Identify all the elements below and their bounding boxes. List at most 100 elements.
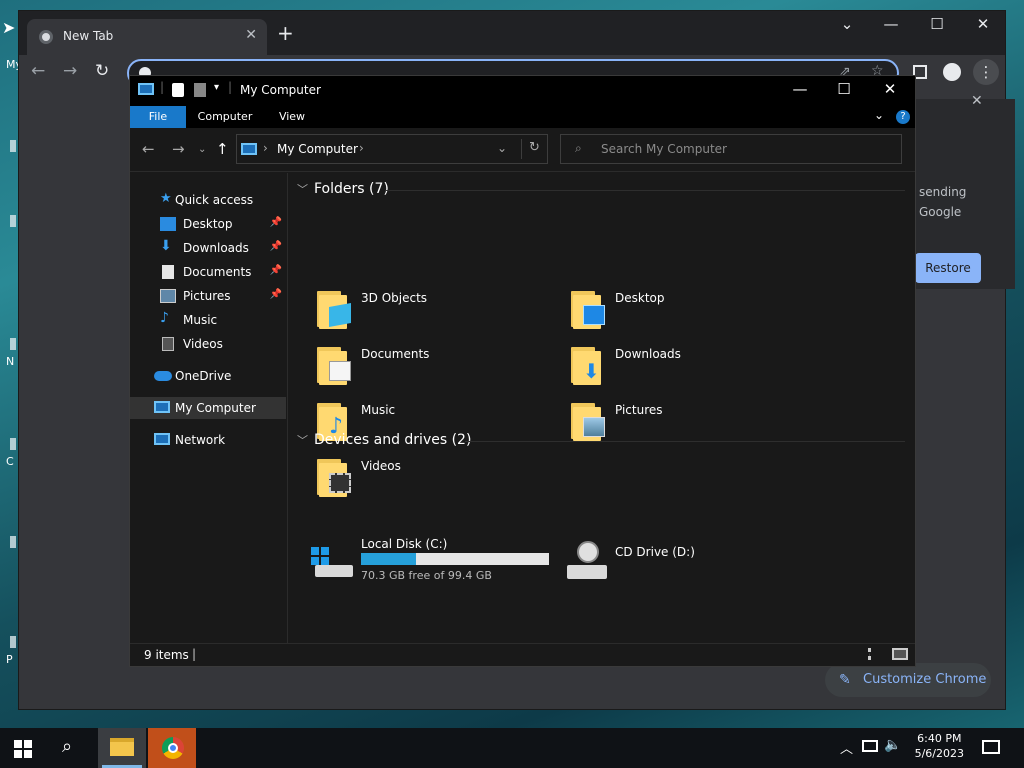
nav-label: My Computer: [175, 401, 256, 415]
explorer-title-bar[interactable]: | ▾ | My Computer — ☐ ✕: [130, 76, 915, 106]
network-tray-icon[interactable]: [862, 740, 878, 752]
back-icon[interactable]: ←: [142, 140, 155, 158]
nav-onedrive[interactable]: OneDrive: [130, 365, 286, 387]
folder-desktop[interactable]: Desktop: [569, 285, 819, 333]
nav-pictures[interactable]: Pictures 📌: [130, 285, 286, 307]
folder-documents[interactable]: Documents: [315, 341, 565, 389]
explorer-close-button[interactable]: ✕: [868, 80, 912, 98]
back-icon[interactable]: ←: [31, 61, 45, 81]
pin-icon: 📌: [269, 241, 282, 252]
close-button[interactable]: ✕: [963, 15, 1003, 33]
volume-icon[interactable]: 🔈: [884, 737, 901, 753]
folder-icon: [315, 457, 351, 497]
address-text: My Computer: [277, 142, 358, 156]
menu-kebab-icon[interactable]: ⋮: [973, 59, 999, 85]
folder-icon: [569, 401, 605, 441]
taskbar: ⌕ ︿ 🔈 6:40 PM 5/6/2023: [0, 728, 1024, 768]
nav-network[interactable]: Network: [130, 429, 286, 451]
chevron-right-icon[interactable]: ›: [359, 141, 364, 155]
group-divider: [465, 441, 905, 442]
download-arrow-icon: ⬇: [583, 359, 600, 383]
up-icon[interactable]: ↑: [216, 140, 229, 158]
desktop-icon[interactable]: [10, 636, 16, 648]
card-text: Google: [919, 205, 962, 219]
desktop-icon[interactable]: [10, 140, 16, 152]
folder-name: Desktop: [615, 291, 665, 305]
new-tab-button[interactable]: +: [277, 21, 294, 45]
restore-pages-card: ✕ sending Google Restore: [915, 93, 1015, 289]
chevron-up-icon[interactable]: ︿: [840, 738, 853, 757]
minimize-button[interactable]: —: [871, 15, 911, 33]
desktop-icon-label[interactable]: C: [6, 455, 14, 468]
desktop-icon[interactable]: [10, 536, 16, 548]
folders-group-header[interactable]: ﹀ Folders (7): [297, 181, 389, 197]
nav-my-computer[interactable]: My Computer: [130, 397, 286, 419]
forward-icon[interactable]: →: [172, 140, 185, 158]
drive-local-disk-c[interactable]: Local Disk (C:) 70.3 GB free of 99.4 GB: [311, 537, 555, 585]
chrome-icon-center: [168, 743, 178, 753]
properties-icon[interactable]: [172, 83, 184, 97]
help-icon[interactable]: ?: [896, 110, 910, 124]
taskbar-clock[interactable]: 6:40 PM 5/6/2023: [915, 732, 964, 760]
ribbon-expand-icon[interactable]: ⌄: [874, 108, 884, 122]
windows-start-icon[interactable]: [14, 740, 32, 758]
details-view-icon[interactable]: [868, 648, 884, 660]
tab-close-icon[interactable]: ✕: [245, 27, 257, 43]
search-icon[interactable]: ⌕: [62, 736, 72, 757]
desktop-icon[interactable]: [10, 338, 16, 350]
customize-chrome-button[interactable]: ✎ Customize Chrome: [825, 663, 991, 697]
desktop-icons-strip: ➤ My N C P: [0, 0, 22, 728]
ribbon-tab-view[interactable]: View: [264, 106, 320, 128]
ribbon-tab-file[interactable]: File: [130, 106, 186, 128]
tab-search-icon[interactable]: ⌄: [827, 15, 867, 33]
address-dropdown-icon[interactable]: ⌄: [497, 141, 507, 155]
nav-label: Desktop: [183, 217, 233, 231]
ribbon-tab-computer[interactable]: Computer: [190, 106, 260, 128]
maximize-button[interactable]: ☐: [917, 15, 957, 33]
search-box[interactable]: ⌕ Search My Computer: [560, 134, 902, 164]
taskbar-chrome[interactable]: [148, 728, 196, 768]
cube-icon: [329, 303, 351, 327]
notifications-icon[interactable]: [982, 740, 1000, 754]
windows-drive-icon: [311, 547, 353, 577]
forward-icon[interactable]: →: [63, 61, 77, 81]
folder-name: Documents: [361, 347, 430, 361]
card-close-icon[interactable]: ✕: [971, 93, 983, 109]
nav-label: Documents: [183, 265, 252, 279]
restore-button[interactable]: Restore: [915, 253, 981, 283]
nav-videos[interactable]: Videos: [130, 333, 286, 355]
recent-locations-icon[interactable]: ⌄: [198, 144, 206, 155]
folder-3d-objects[interactable]: 3D Objects: [315, 285, 565, 333]
address-bar[interactable]: › My Computer › ⌄ ↻: [236, 134, 548, 164]
new-folder-icon[interactable]: [194, 83, 206, 97]
documents-icon: [162, 265, 174, 279]
taskbar-file-explorer[interactable]: [98, 728, 146, 768]
folder-downloads[interactable]: ⬇ Downloads: [569, 341, 819, 389]
star-icon: ★: [160, 191, 172, 206]
navigation-bar: ← → ⌄ ↑ › My Computer › ⌄ ↻ ⌕ Search My …: [130, 128, 915, 172]
devices-group-header[interactable]: ﹀ Devices and drives (2): [297, 432, 471, 448]
profile-icon[interactable]: [943, 63, 961, 81]
cd-drive-icon: [565, 541, 609, 581]
desktop-icon-label[interactable]: P: [6, 653, 13, 666]
network-icon: [154, 433, 170, 445]
desktop-icon-label[interactable]: N: [6, 355, 14, 368]
nav-quick-access[interactable]: ★ Quick access: [130, 189, 286, 211]
nav-music[interactable]: ♪ Music: [130, 309, 286, 331]
large-icons-view-icon[interactable]: [892, 648, 908, 660]
reload-icon[interactable]: ↻: [95, 61, 109, 81]
explorer-minimize-button[interactable]: —: [778, 80, 822, 98]
folder-pictures[interactable]: Pictures: [569, 397, 819, 445]
chrome-tab-new-tab[interactable]: New Tab ✕: [27, 19, 267, 55]
group-divider: [385, 190, 905, 191]
nav-desktop[interactable]: Desktop 📌: [130, 213, 286, 235]
nav-downloads[interactable]: ⬇ Downloads 📌: [130, 237, 286, 259]
desktop-icon[interactable]: [10, 438, 16, 450]
nav-documents[interactable]: Documents 📌: [130, 261, 286, 283]
refresh-icon[interactable]: ↻: [529, 140, 540, 155]
explorer-maximize-button[interactable]: ☐: [822, 80, 866, 98]
desktop-icon[interactable]: [10, 215, 16, 227]
quick-access-dropdown-icon[interactable]: ▾: [214, 82, 219, 93]
drive-cd-d[interactable]: CD Drive (D:): [565, 537, 815, 585]
folder-videos[interactable]: Videos: [315, 453, 565, 501]
